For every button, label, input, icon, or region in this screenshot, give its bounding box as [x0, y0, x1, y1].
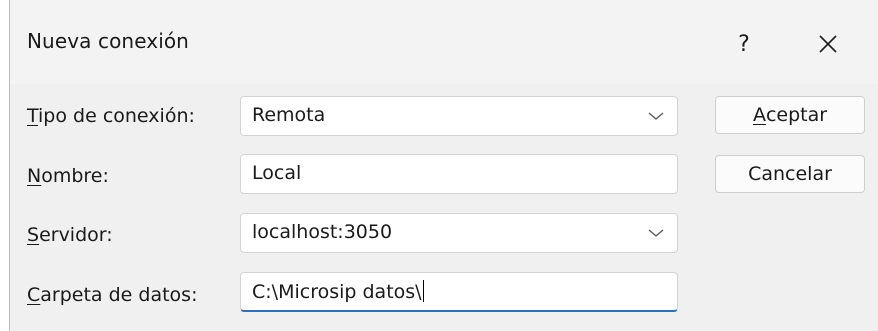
servidor-label: Servidor:: [27, 224, 113, 246]
carpeta-datos-label: Carpeta de datos:: [27, 284, 198, 306]
nombre-label: Nombre:: [27, 165, 109, 187]
servidor-label-text: ervidor:: [39, 224, 113, 246]
nombre-mnemonic: N: [27, 165, 42, 187]
close-button[interactable]: [798, 18, 858, 70]
connection-dialog: Nueva conexión ? Tipo de conexión: Remot…: [9, 0, 878, 331]
tipo-conexion-label-text: ipo de conexión:: [38, 105, 195, 127]
servidor-combobox[interactable]: localhost:3050: [240, 213, 678, 253]
aceptar-mnemonic: A: [752, 104, 766, 126]
tipo-conexion-mnemonic: T: [27, 105, 39, 127]
title-bar: Nueva conexión ?: [10, 0, 878, 84]
carpeta-datos-value: C:\Microsip datos\: [252, 281, 422, 303]
servidor-value: localhost:3050: [252, 221, 393, 243]
tipo-conexion-value: Remota: [252, 104, 326, 126]
carpeta-datos-label-text: arpeta de datos:: [40, 284, 198, 306]
aceptar-label: ceptar: [765, 104, 828, 126]
nombre-label-text: ombre:: [41, 165, 109, 187]
close-icon: [819, 35, 837, 53]
cancelar-button[interactable]: Cancelar: [715, 155, 865, 193]
help-button[interactable]: ?: [714, 18, 774, 70]
carpeta-datos-value-wrap: C:\Microsip datos\: [252, 280, 424, 303]
window-title: Nueva conexión: [27, 29, 189, 53]
carpeta-datos-mnemonic: C: [27, 284, 41, 306]
servidor-mnemonic: S: [27, 224, 40, 246]
chevron-down-icon: [648, 229, 664, 237]
carpeta-datos-input[interactable]: C:\Microsip datos\: [240, 272, 678, 312]
nombre-input[interactable]: Local: [240, 154, 678, 194]
text-caret: [422, 280, 424, 302]
tipo-conexion-label: Tipo de conexión:: [27, 105, 195, 127]
nombre-value: Local: [252, 162, 302, 184]
chevron-down-icon: [648, 112, 664, 120]
aceptar-button[interactable]: Aceptar: [715, 96, 865, 134]
tipo-conexion-select[interactable]: Remota: [240, 96, 678, 136]
